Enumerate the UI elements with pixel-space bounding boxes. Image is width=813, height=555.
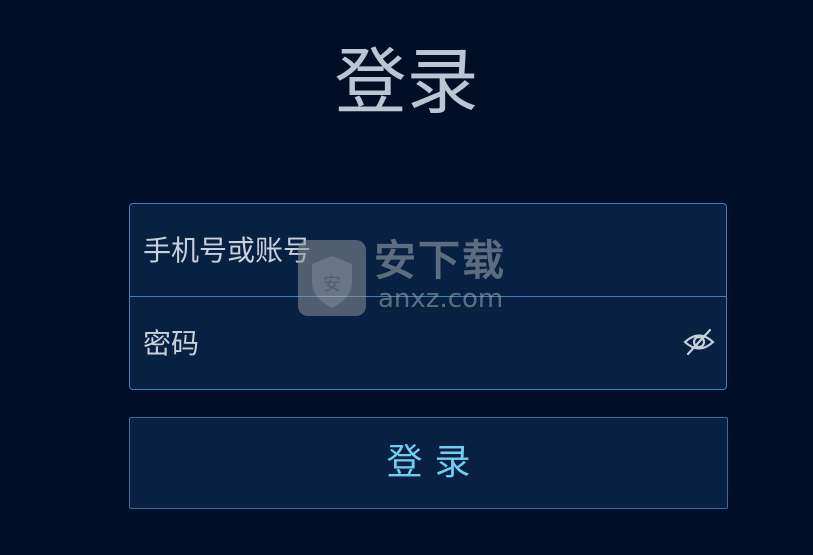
eye-off-icon[interactable] [682, 327, 716, 357]
account-input[interactable] [130, 204, 726, 296]
password-input[interactable] [130, 297, 726, 390]
account-field-container [130, 204, 726, 297]
login-page: 登录 登录 安 安下载 anxz.com [0, 0, 813, 555]
login-form [129, 203, 727, 390]
login-button[interactable]: 登录 [129, 417, 728, 509]
page-title: 登录 [334, 40, 479, 124]
password-field-container [130, 297, 726, 390]
